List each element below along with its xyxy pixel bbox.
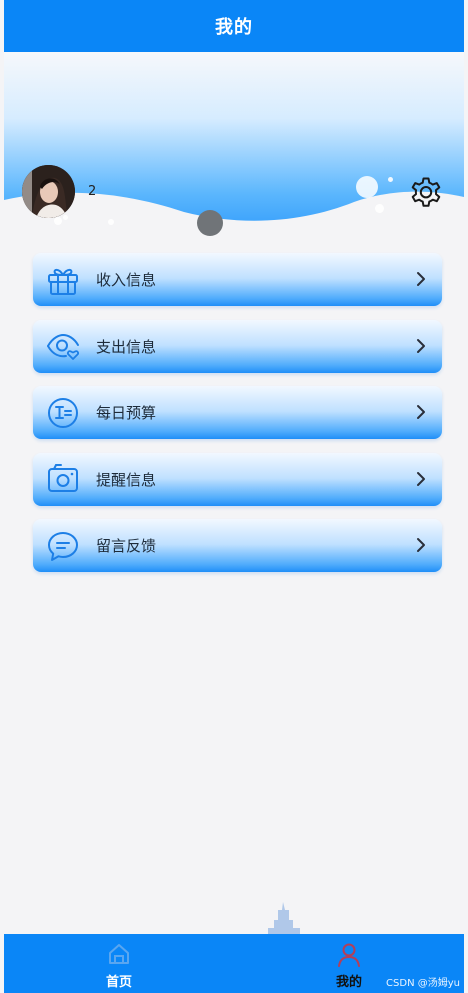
bubble-decoration	[388, 177, 393, 182]
gear-icon	[411, 177, 441, 207]
watermark: CSDN @汤姆yu	[386, 978, 460, 989]
user-icon	[338, 943, 360, 967]
profile-header: 2	[4, 52, 464, 242]
chevron-right-icon	[417, 338, 425, 353]
menu-item-feedback[interactable]: 留言反馈	[33, 519, 442, 572]
bubble-decoration	[54, 217, 62, 225]
tab-label: 首页	[105, 975, 132, 990]
home-icon	[109, 944, 129, 964]
text-circle-icon	[46, 396, 80, 430]
menu-item-label: 收入信息	[96, 271, 157, 289]
chevron-right-icon	[417, 405, 425, 419]
menu-item-budget[interactable]: 每日预算	[33, 386, 442, 439]
chevron-right-icon	[417, 272, 425, 286]
menu-item-label: 每日预算	[96, 404, 157, 422]
avatar[interactable]	[22, 165, 75, 218]
bubble-decoration	[375, 204, 384, 213]
camera-icon	[46, 462, 80, 496]
eye-heart-icon	[46, 329, 80, 363]
chevron-right-icon	[417, 538, 425, 552]
wave-background	[4, 52, 464, 242]
menu-item-label: 留言反馈	[96, 537, 157, 555]
bubble-decoration	[63, 215, 68, 220]
settings-button[interactable]	[407, 173, 445, 211]
chat-bubble-icon	[46, 529, 80, 563]
tab-home[interactable]: 首页	[4, 934, 234, 993]
building-decoration	[268, 902, 300, 934]
chevron-right-icon	[417, 471, 425, 486]
menu-item-label: 提醒信息	[96, 470, 157, 489]
bubble-decoration	[356, 176, 378, 198]
gift-icon	[46, 263, 80, 297]
floating-dot[interactable]	[197, 210, 223, 236]
menu-item-income[interactable]: 收入信息	[33, 253, 442, 306]
page-title: 我的	[215, 17, 253, 38]
bubble-decoration	[108, 219, 114, 225]
top-nav-bar: 我的	[4, 0, 464, 52]
menu-item-reminder[interactable]: 提醒信息	[33, 452, 442, 506]
username: 2	[88, 184, 97, 199]
menu-item-expense[interactable]: 支出信息	[33, 319, 442, 373]
menu-item-label: 支出信息	[96, 337, 157, 356]
menu-list: 收入信息 支出信息 每日预算 提醒信息 留言反馈	[33, 253, 442, 586]
